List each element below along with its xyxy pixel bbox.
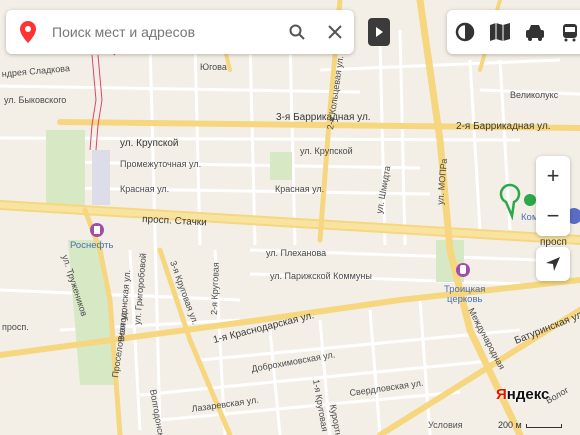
- layers-button[interactable]: [447, 10, 482, 54]
- zoom-control: + −: [536, 156, 570, 236]
- transport-button[interactable]: [552, 10, 580, 54]
- terms-link[interactable]: Условия: [428, 420, 463, 430]
- play-arrow-icon: [376, 27, 383, 37]
- street-label: Великолукс: [510, 90, 559, 100]
- search-icon: [289, 24, 305, 40]
- search-input[interactable]: [50, 23, 278, 41]
- navigation-arrow-icon: [546, 257, 560, 271]
- street-label: ул. Быковского: [4, 95, 66, 105]
- street-label: ул. Крупской: [120, 138, 179, 149]
- zoom-in-button[interactable]: +: [536, 156, 570, 196]
- map-toolbar: [447, 10, 580, 54]
- transport-icon: [562, 24, 577, 42]
- street-label: 2-я Круговая: [209, 262, 221, 315]
- church-icon-glyph: [460, 265, 466, 274]
- routes-button[interactable]: [482, 10, 517, 54]
- street-label: Красная ул.: [120, 184, 169, 194]
- street-label: ул. Парижской Коммуны: [270, 271, 372, 281]
- poi-label: Роснефть: [70, 240, 113, 251]
- street-label: 2-я Баррикадная ул.: [456, 121, 551, 132]
- fuel-icon-glyph: [94, 226, 100, 234]
- street-label: просп.: [2, 322, 29, 332]
- scale-bar: 200 м: [498, 420, 562, 430]
- poi-label: церковь: [447, 294, 482, 305]
- close-icon: [328, 25, 342, 39]
- street-label: 3-я Баррикадная ул.: [276, 112, 371, 123]
- street-label: Югова: [200, 62, 227, 72]
- clear-button[interactable]: [316, 10, 354, 54]
- layers-icon: [455, 22, 474, 42]
- street-label: Красная ул.: [275, 184, 324, 194]
- routes-icon: [489, 23, 510, 41]
- zoom-out-button[interactable]: −: [536, 196, 570, 236]
- search-button[interactable]: [278, 10, 316, 54]
- traffic-icon: [525, 25, 544, 41]
- street-label: ул. Крупской: [300, 146, 353, 156]
- bus-stop-icon: [524, 194, 536, 206]
- location-pin-icon: [6, 10, 50, 54]
- map-canvas[interactable]: ндрея Сладкова Югова 2-я Кольцевая ул. у…: [0, 0, 580, 435]
- collapse-panel-button[interactable]: [368, 18, 390, 46]
- traffic-button[interactable]: [517, 10, 552, 54]
- street-label: Промежуточная ул.: [120, 159, 201, 169]
- search-box: [6, 10, 354, 54]
- yandex-logo[interactable]: Яндекс: [496, 386, 549, 403]
- geolocation-button[interactable]: [536, 247, 570, 281]
- street-label: ул. Плеханова: [266, 248, 326, 258]
